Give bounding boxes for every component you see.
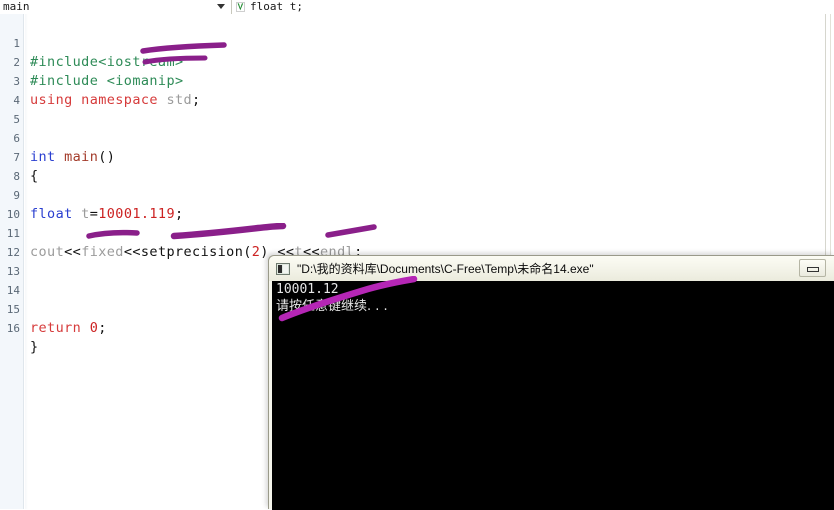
console-output-area[interactable]: 10001.12 请按任意键继续. . .	[272, 281, 834, 510]
scope-selector-value: main	[3, 0, 30, 13]
minimize-glyph	[807, 267, 819, 272]
token-keyword: return	[30, 320, 90, 336]
code-line[interactable]: 9 float t=10001.119;	[0, 167, 834, 222]
token-number: 0	[89, 320, 99, 336]
code-line[interactable]: 8	[0, 148, 834, 183]
editor-toolbar: main float t;	[0, 0, 834, 14]
chevron-down-icon[interactable]	[217, 3, 225, 9]
code-line[interactable]: 6 int main()	[0, 110, 834, 165]
line-content: return 0;	[30, 319, 107, 338]
code-line[interactable]: 2 #include <iomanip>	[0, 34, 834, 89]
token-punct: }	[30, 339, 39, 355]
line-content: }	[30, 338, 39, 357]
code-line[interactable]: 7 {	[0, 129, 834, 184]
code-line[interactable]: 10	[0, 186, 834, 221]
console-app-icon	[276, 262, 290, 275]
code-line[interactable]: 5	[0, 91, 834, 126]
console-window[interactable]: "D:\我的资料库\Documents\C-Free\Temp\未命名14.ex…	[268, 255, 834, 510]
code-line[interactable]: 4	[0, 72, 834, 107]
console-output-line: 请按任意键继续. . .	[276, 299, 388, 314]
symbol-selector-value: float t;	[250, 0, 303, 13]
variable-icon	[236, 1, 245, 12]
code-line[interactable]: 11 cout<<fixed<<setprecision(2) <<t<<end…	[0, 205, 834, 260]
code-line[interactable]: 12	[0, 224, 834, 259]
console-title: "D:\我的资料库\Documents\C-Free\Temp\未命名14.ex…	[297, 262, 594, 276]
console-output-line: 10001.12	[276, 282, 339, 297]
symbol-selector-combo[interactable]: float t;	[232, 0, 834, 14]
line-number: 16	[6, 322, 20, 335]
code-line[interactable]: 3 using namespace std;	[0, 53, 834, 108]
minimize-icon[interactable]	[799, 259, 826, 277]
console-titlebar[interactable]: "D:\我的资料库\Documents\C-Free\Temp\未命名14.ex…	[269, 256, 834, 281]
scope-selector-combo[interactable]: main	[0, 0, 232, 14]
code-line[interactable]: 1 #include<iostream>	[0, 15, 834, 70]
token-punct: ;	[98, 320, 107, 336]
